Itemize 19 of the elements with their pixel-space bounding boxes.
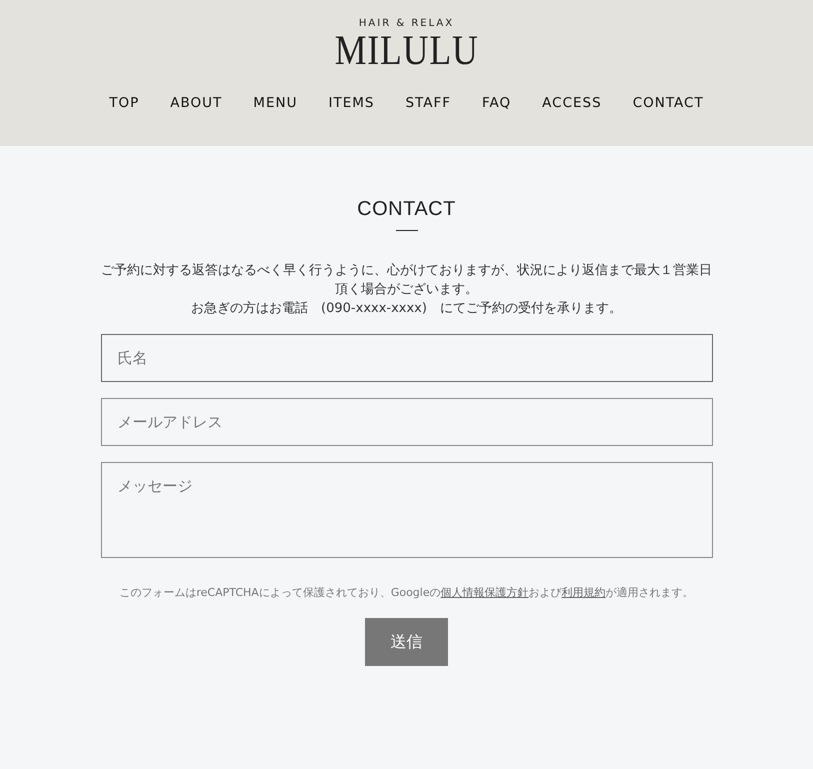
tagline: HAIR & RELAX — [358, 18, 454, 29]
nav-link[interactable]: MENU — [253, 95, 298, 111]
input-field[interactable]: 氏名 — [100, 334, 712, 382]
nav-link[interactable]: FAQ — [482, 95, 512, 111]
submit-button[interactable]: 送信 — [365, 618, 448, 666]
intro-text: ご予約に対する返答はなるべく早く行うように、心がけておりますが、状況により返信まで最大１営業日頂く場合がございます。 お急ぎの方はお電話 (090-xxxx-xxxx) にてご予約の受付を承ります。 — [100, 262, 713, 318]
nav-link[interactable]: STAFF — [405, 95, 451, 111]
nav-link[interactable]: ABOUT — [170, 95, 222, 111]
section-title: CONTACT — [357, 198, 456, 221]
logo[interactable]: MILULU — [334, 29, 478, 73]
nav-link[interactable]: ACCESS — [542, 95, 602, 111]
message-field[interactable]: メッセージ — [100, 462, 712, 558]
policy-link[interactable]: 利用規約 — [562, 586, 606, 599]
policy-link[interactable]: 個人情報保護方針 — [440, 586, 529, 599]
input-field[interactable]: メールアドレス — [100, 398, 712, 446]
nav-link[interactable]: ITEMS — [328, 95, 374, 111]
nav-link[interactable]: CONTACT — [632, 95, 704, 111]
nav-link[interactable]: TOP — [109, 95, 140, 111]
recaptcha-notice: このフォームはreCAPTCHAによって保護されており、Googleの個人情報保護方針および利用規約が適用されます。 — [118, 585, 695, 601]
